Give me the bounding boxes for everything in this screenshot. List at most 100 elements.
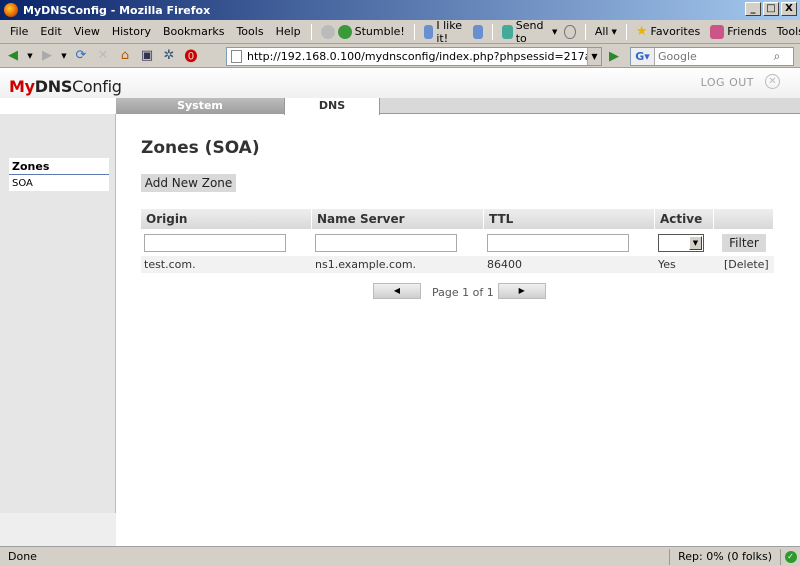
comment-icon (564, 24, 576, 39)
status-bar: Done Rep: 0% (0 folks) ✓ (0, 546, 800, 566)
menu-bookmarks[interactable]: Bookmarks (157, 25, 230, 38)
menu-history[interactable]: History (106, 25, 157, 38)
menu-tools[interactable]: Tools (230, 25, 269, 38)
search-icon[interactable]: ⌕ (767, 49, 787, 64)
web-page: MyDNSConfig LOG OUT ✕ System DNS Zones S… (0, 68, 800, 546)
friends-button[interactable]: Friends (705, 24, 772, 39)
column-actions (714, 209, 774, 229)
thumbs-up-icon (423, 24, 434, 39)
security-status[interactable]: ✓ (780, 548, 800, 565)
sidebar-footer (0, 513, 116, 546)
google-icon[interactable]: G▾ (631, 48, 655, 65)
screenshot-icon[interactable]: ▣ (138, 47, 156, 65)
url-bar[interactable]: http://192.168.0.100/mydnsconfig/index.p… (226, 47, 602, 66)
stumbleupon-icon (337, 24, 352, 39)
cell-active: Yes (658, 258, 676, 271)
app-header: MyDNSConfig LOG OUT ✕ (0, 68, 800, 98)
name-server-filter-input[interactable] (315, 233, 457, 252)
menu-help[interactable]: Help (270, 25, 307, 38)
filter-row: ▼ Filter (141, 229, 774, 256)
back-icon[interactable]: ◀ (4, 47, 22, 65)
page-icon (231, 50, 242, 63)
menu-bar: File Edit View History Bookmarks Tools H… (0, 19, 800, 45)
adblock-icon[interactable]: ⓿ (182, 47, 200, 65)
maximize-button[interactable]: □ (763, 2, 779, 16)
stumble-button[interactable]: Stumble! (316, 24, 410, 39)
gear-icon (320, 24, 335, 39)
logout-link[interactable]: LOG OUT (701, 76, 754, 89)
menu-file[interactable]: File (4, 25, 34, 38)
column-ttl[interactable]: TTL (484, 209, 655, 229)
stop-icon[interactable]: ✕ (94, 47, 112, 65)
logo-my: My (9, 77, 35, 96)
search-box: G▾ ⌕ (630, 47, 794, 66)
go-icon[interactable]: ▶ (605, 47, 623, 66)
column-name-server[interactable]: Name Server (312, 209, 484, 229)
pager: ◀ Page 1 of 1 ▶ (373, 282, 546, 299)
sendto-label: Send to (515, 18, 544, 45)
page-indicator: Page 1 of 1 (432, 286, 494, 299)
sidebar-menu: Zones SOA (9, 158, 109, 191)
tools2-button[interactable]: Tools ▼ (772, 25, 800, 38)
reload-icon[interactable]: ⟳ (72, 47, 90, 65)
table-header: Origin Name Server TTL Active (141, 209, 774, 229)
filter-button[interactable]: Filter (722, 233, 766, 252)
chevron-down-icon: ▼ (611, 27, 617, 36)
ilike-button[interactable]: I like it! (419, 19, 488, 45)
menu-view[interactable]: View (68, 25, 106, 38)
minimize-button[interactable]: _ (745, 2, 761, 16)
tab-dns[interactable]: DNS (284, 98, 380, 115)
zones-table: Origin Name Server TTL Active ▼ Filter t… (141, 209, 774, 273)
prev-page-button[interactable]: ◀ (373, 282, 421, 299)
all-button[interactable]: All ▼ (590, 25, 622, 38)
logo-config: Config (72, 77, 122, 96)
send-icon (501, 24, 513, 39)
window-titlebar: MyDNSConfig - Mozilla Firefox _ □ X (0, 0, 800, 20)
sidebar-heading-zones: Zones (9, 158, 109, 175)
url-dropdown-icon[interactable]: ▼ (587, 48, 601, 65)
menu-edit[interactable]: Edit (34, 25, 67, 38)
search-input[interactable] (655, 50, 767, 63)
tools2-label: Tools (776, 25, 800, 38)
settings-icon[interactable]: ✲ (160, 47, 178, 65)
star-icon: ★ (635, 24, 648, 39)
cell-ttl: 86400 (487, 258, 522, 271)
url-text: http://192.168.0.100/mydnsconfig/index.p… (247, 50, 601, 63)
toolbar-separator (584, 23, 586, 40)
logout-icon[interactable]: ✕ (765, 74, 780, 89)
column-active[interactable]: Active (655, 209, 714, 229)
active-filter-select[interactable]: ▼ (658, 233, 704, 252)
reputation-status[interactable]: Rep: 0% (0 folks) (669, 548, 780, 565)
favorites-label: Favorites (650, 25, 701, 38)
forward-dropdown-icon[interactable]: ▼ (60, 47, 68, 65)
table-row[interactable]: test.com. ns1.example.com. 86400 Yes [De… (141, 256, 774, 273)
ilike-label: I like it! (436, 18, 462, 45)
next-page-button[interactable]: ▶ (497, 282, 546, 299)
forward-icon[interactable]: ▶ (38, 47, 56, 65)
tab-system[interactable]: System (116, 98, 284, 114)
chevron-down-icon: ▼ (551, 27, 558, 36)
sidebar-item-soa[interactable]: SOA (9, 175, 109, 191)
stumble-label: Stumble! (354, 25, 405, 38)
ttl-filter-input[interactable] (487, 233, 629, 252)
home-icon[interactable]: ⌂ (116, 47, 134, 65)
check-icon: ✓ (784, 550, 797, 563)
window-title: MyDNSConfig - Mozilla Firefox (23, 3, 211, 17)
cell-name-server: ns1.example.com. (315, 258, 417, 271)
close-window-button[interactable]: X (781, 2, 797, 16)
chevron-down-icon: ▼ (689, 235, 702, 250)
app-logo[interactable]: MyDNSConfig (9, 77, 122, 96)
add-new-zone-button[interactable]: Add New Zone (141, 174, 236, 192)
column-origin[interactable]: Origin (141, 209, 312, 229)
logo-dns: DNS (34, 77, 73, 96)
favorites-button[interactable]: ★ Favorites (631, 24, 705, 39)
tab-bar: System DNS (116, 98, 800, 115)
toolbar-separator (413, 23, 415, 40)
sendto-button[interactable]: Send to ▼ (497, 19, 581, 45)
friends-icon (710, 24, 725, 39)
page-title: Zones (SOA) (141, 138, 260, 158)
back-dropdown-icon[interactable]: ▼ (26, 47, 34, 65)
origin-filter-input[interactable] (144, 233, 286, 252)
toolbar-separator (310, 23, 312, 40)
delete-link[interactable]: [Delete] (714, 256, 774, 273)
